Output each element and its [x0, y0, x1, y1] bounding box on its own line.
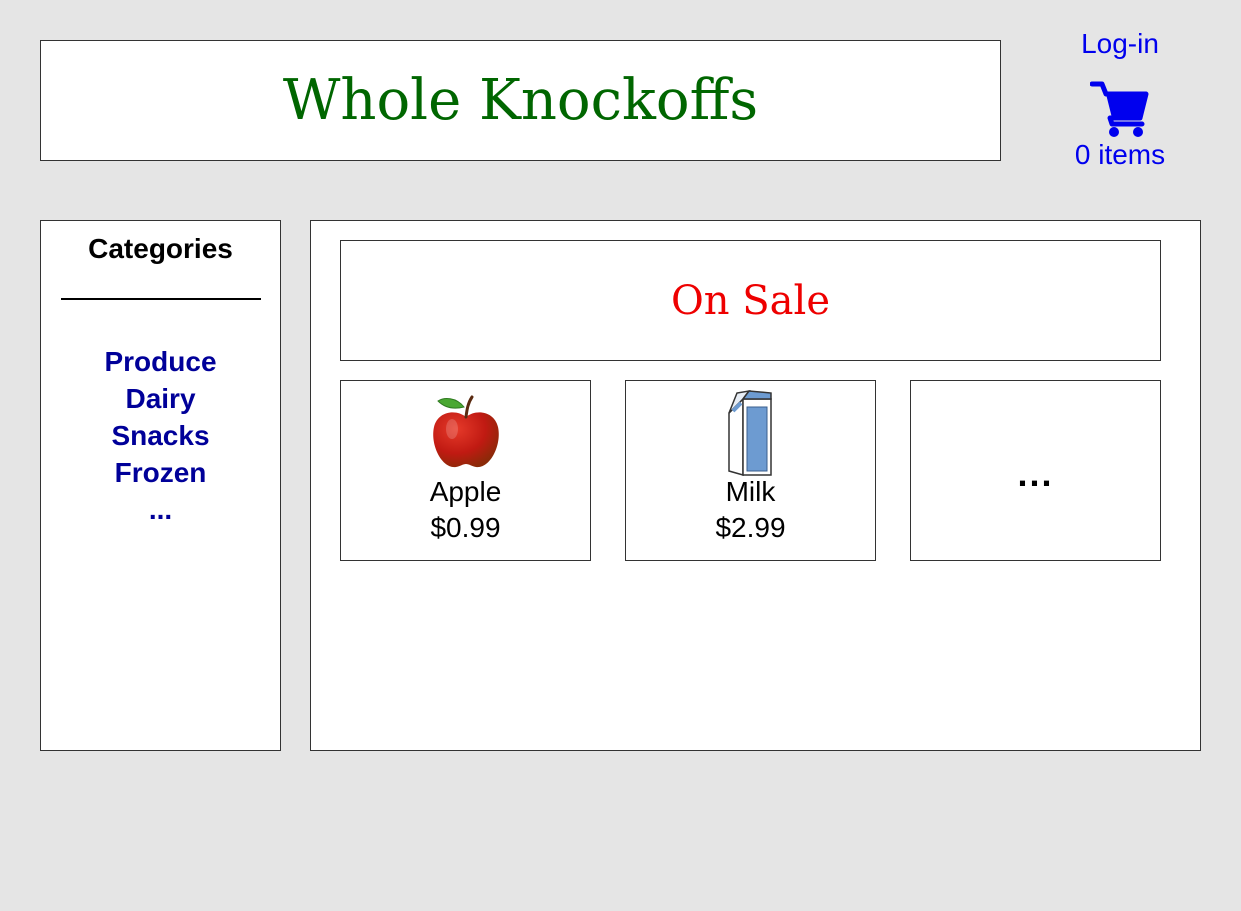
- cart-count[interactable]: 0 items: [1040, 138, 1200, 172]
- more-products: ...: [1017, 453, 1054, 494]
- product-price: $2.99: [715, 512, 786, 543]
- category-more[interactable]: ...: [41, 491, 280, 528]
- category-dairy[interactable]: Dairy: [41, 380, 280, 417]
- categories-divider: [61, 298, 261, 300]
- sale-banner: On Sale: [340, 240, 1161, 361]
- product-name: Apple: [429, 476, 502, 507]
- category-frozen[interactable]: Frozen: [41, 454, 280, 491]
- product-price: $0.99: [430, 512, 501, 543]
- product-name: Milk: [725, 476, 776, 507]
- categories-title: Categories: [88, 233, 233, 264]
- login-link[interactable]: Log-in: [1040, 26, 1200, 62]
- sale-title: On Sale: [671, 277, 830, 324]
- main-content: On Sale Apple $0.99 Milk $2.99 ...: [310, 220, 1201, 751]
- product-card-milk[interactable]: Milk $2.99: [625, 380, 876, 561]
- product-card-more[interactable]: ...: [910, 380, 1161, 561]
- milk-carton-icon: [727, 389, 772, 476]
- site-header: Whole Knockoffs: [40, 40, 1001, 161]
- site-title: Whole Knockoffs: [282, 67, 759, 133]
- category-snacks[interactable]: Snacks: [41, 417, 280, 454]
- category-list: Produce Dairy Snacks Frozen ...: [41, 343, 280, 528]
- categories-sidebar: Categories Produce Dairy Snacks Frozen .…: [40, 220, 281, 751]
- product-card-apple[interactable]: Apple $0.99: [340, 380, 591, 561]
- account-area: Log-in 0 items: [1040, 26, 1200, 172]
- apple-icon: [432, 395, 499, 468]
- shopping-cart-icon[interactable]: [1090, 78, 1150, 138]
- category-produce[interactable]: Produce: [41, 343, 280, 380]
